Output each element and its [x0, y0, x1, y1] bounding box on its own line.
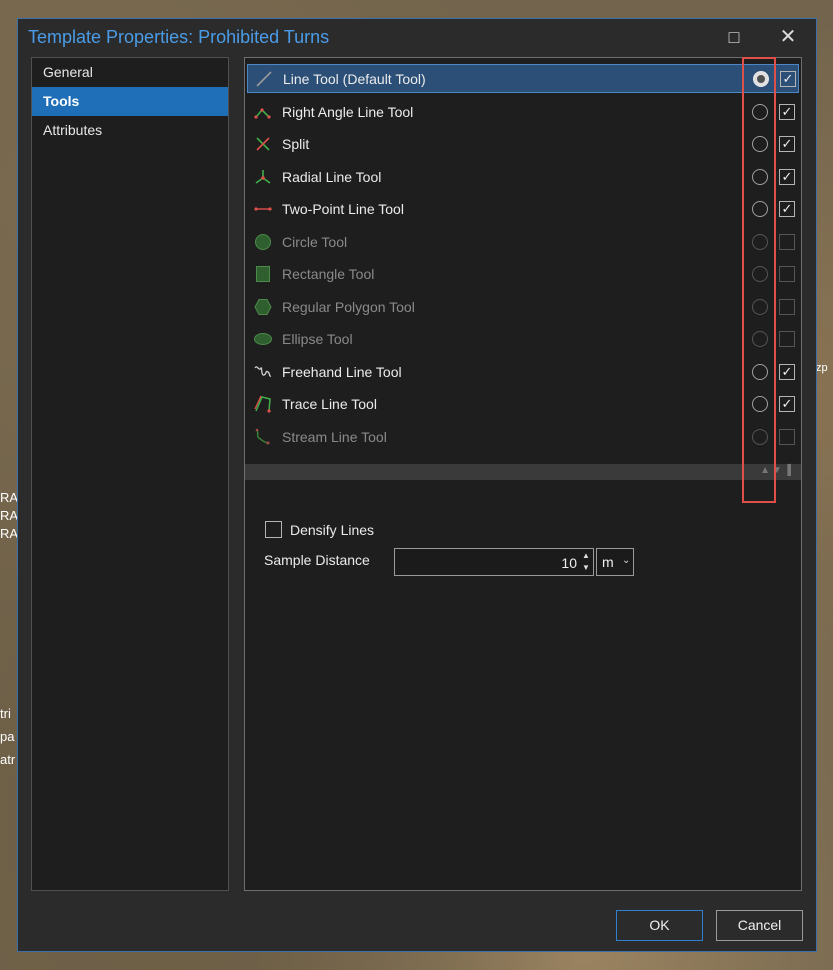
nav-panel: General Tools Attributes	[31, 57, 229, 891]
tool-enabled-checkbox[interactable]: ✓	[779, 364, 795, 380]
nav-item-attributes[interactable]: Attributes	[32, 116, 228, 145]
cancel-button[interactable]: Cancel	[716, 910, 803, 941]
default-tool-radio	[752, 299, 768, 315]
tool-row-ellipse: Ellipse Tool	[247, 325, 799, 354]
tool-enabled-checkbox[interactable]: ✓	[780, 71, 796, 87]
sample-distance-label: Sample Distance	[264, 552, 370, 568]
tool-label: Right Angle Line Tool	[282, 104, 414, 120]
right-angle-line-icon	[254, 108, 271, 119]
map-label: tri	[0, 706, 11, 721]
tool-row-regular-polygon: Regular Polygon Tool	[247, 293, 799, 322]
map-label: RA	[0, 526, 19, 541]
default-tool-radio	[752, 234, 768, 250]
chevron-down-icon: ⌄	[622, 555, 631, 566]
default-tool-radio[interactable]	[752, 104, 768, 120]
default-tool-radio[interactable]	[752, 396, 768, 412]
tool-row-circle: Circle Tool	[247, 228, 799, 257]
tool-row-radial-line[interactable]: Radial Line Tool ✓	[247, 163, 799, 192]
spinner-icon[interactable]: ▲ ▼	[580, 550, 592, 574]
default-tool-radio[interactable]	[752, 364, 768, 380]
tool-label: Two-Point Line Tool	[282, 201, 404, 217]
ellipse-icon	[254, 333, 272, 345]
tool-label: Radial Line Tool	[282, 169, 382, 185]
tool-label: Ellipse Tool	[282, 331, 353, 347]
tool-row-right-angle-line[interactable]: Right Angle Line Tool ✓	[247, 98, 799, 127]
nav-item-general[interactable]: General	[32, 58, 228, 87]
sample-distance-value: 10	[561, 555, 577, 571]
default-tool-radio[interactable]	[753, 71, 769, 87]
tool-row-trace-line[interactable]: Trace Line Tool ✓	[247, 390, 799, 419]
title-bar[interactable]: Template Properties: Prohibited Turns □ …	[18, 19, 816, 55]
line-tool-icon	[256, 71, 272, 87]
unit-dropdown[interactable]: m ⌄	[596, 548, 634, 576]
tool-enabled-checkbox	[779, 429, 795, 445]
tool-enabled-checkbox	[779, 234, 795, 250]
tool-enabled-checkbox[interactable]: ✓	[779, 136, 795, 152]
stream-line-icon	[255, 428, 270, 445]
split-icon	[256, 137, 270, 151]
rectangle-icon	[256, 266, 270, 282]
tool-label: Trace Line Tool	[282, 396, 377, 412]
options-pane: Densify Lines Sample Distance 10 ▲ ▼ m ⌄	[245, 480, 801, 890]
tool-enabled-checkbox	[779, 299, 795, 315]
tool-label: Regular Polygon Tool	[282, 299, 415, 315]
circle-icon	[255, 234, 271, 250]
tool-row-freehand-line[interactable]: Freehand Line Tool ✓	[247, 358, 799, 387]
nav-item-tools[interactable]: Tools	[32, 87, 228, 116]
default-tool-radio	[752, 331, 768, 347]
tool-label: Split	[282, 136, 310, 152]
tool-enabled-checkbox	[779, 331, 795, 347]
tools-panel: Line Tool (Default Tool) ✓ Right Angle L…	[244, 57, 802, 891]
panel-splitter[interactable]: ▲▼▐	[245, 464, 801, 480]
default-tool-radio	[752, 266, 768, 282]
tool-enabled-checkbox[interactable]: ✓	[779, 169, 795, 185]
tool-row-rectangle: Rectangle Tool	[247, 260, 799, 289]
unit-value: m	[602, 554, 614, 570]
tool-label: Freehand Line Tool	[282, 364, 402, 380]
map-label: atr	[0, 752, 16, 767]
two-point-line-icon	[254, 207, 272, 211]
tool-row-stream-line: Stream Line Tool	[247, 423, 799, 452]
tool-enabled-checkbox	[779, 266, 795, 282]
close-icon: ✕	[779, 26, 797, 48]
template-properties-dialog: Template Properties: Prohibited Turns □ …	[17, 18, 817, 952]
tool-enabled-checkbox[interactable]: ✓	[779, 201, 795, 217]
map-label: RA	[0, 490, 19, 505]
maximize-icon: □	[728, 27, 740, 47]
close-button[interactable]: ✕	[770, 23, 806, 51]
tool-label: Rectangle Tool	[282, 266, 375, 282]
map-label: pa	[0, 729, 15, 744]
tool-row-two-point-line[interactable]: Two-Point Line Tool ✓	[247, 195, 799, 224]
tool-row-split[interactable]: Split ✓	[247, 130, 799, 159]
densify-lines-checkbox[interactable]	[265, 521, 282, 538]
tool-row-line-tool[interactable]: Line Tool (Default Tool) ✓	[247, 64, 799, 93]
tool-label: Stream Line Tool	[282, 429, 387, 445]
sample-distance-input[interactable]: 10 ▲ ▼	[394, 548, 594, 576]
default-tool-radio[interactable]	[752, 169, 768, 185]
freehand-line-icon	[254, 366, 272, 377]
map-label: RA	[0, 508, 19, 523]
trace-line-icon	[254, 395, 271, 413]
tool-list: Line Tool (Default Tool) ✓ Right Angle L…	[245, 58, 801, 464]
dialog-title: Template Properties: Prohibited Turns	[28, 27, 330, 47]
maximize-button[interactable]: □	[716, 23, 752, 51]
splitter-arrows-icon[interactable]: ▲▼▐	[760, 465, 793, 476]
polygon-icon	[254, 299, 272, 315]
radial-line-icon	[255, 170, 271, 184]
tool-label: Circle Tool	[282, 234, 348, 250]
tool-enabled-checkbox[interactable]: ✓	[779, 104, 795, 120]
default-tool-radio[interactable]	[752, 201, 768, 217]
densify-lines-label: Densify Lines	[290, 522, 375, 538]
default-tool-radio	[752, 429, 768, 445]
tool-enabled-checkbox[interactable]: ✓	[779, 396, 795, 412]
map-label: zp	[816, 362, 828, 374]
default-tool-radio[interactable]	[752, 136, 768, 152]
tool-label: Line Tool (Default Tool)	[283, 71, 426, 87]
ok-button[interactable]: OK	[616, 910, 703, 941]
